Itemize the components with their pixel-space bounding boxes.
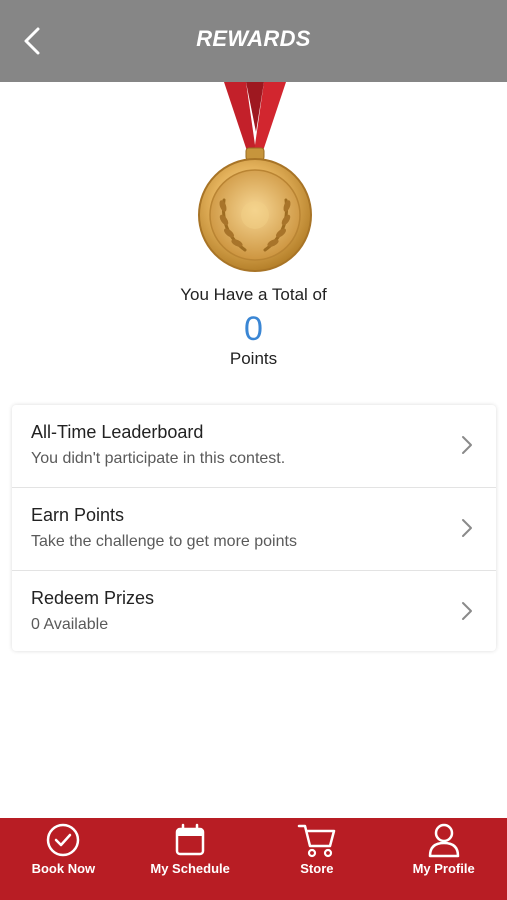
tab-store[interactable]: Store (254, 818, 381, 900)
gold-medal-icon (198, 82, 312, 272)
calendar-icon (175, 823, 205, 856)
app-header: REWARDS (0, 0, 507, 82)
tab-label: My Schedule (150, 861, 230, 876)
check-circle-icon (47, 823, 80, 857)
points-unit-label: Points (229, 349, 278, 368)
chevron-right-icon (462, 602, 472, 620)
page-title: REWARDS (196, 26, 311, 51)
tab-my-schedule[interactable]: My Schedule (127, 818, 254, 900)
row-subtitle: Take the challenge to get more points (31, 533, 297, 550)
rewards-menu-card: All-Time Leaderboard You didn't particip… (12, 405, 496, 651)
tab-book-now[interactable]: Book Now (0, 818, 127, 900)
bottom-tab-bar: Book Now My Schedule Store My Profile (0, 818, 507, 900)
cart-icon (297, 824, 336, 858)
points-value: 0 (244, 310, 263, 348)
tab-label: Book Now (31, 861, 96, 876)
row-title: Earn Points (31, 505, 125, 525)
tab-label: My Profile (412, 861, 475, 876)
earn-points-row[interactable]: Earn Points Take the challenge to get mo… (12, 487, 496, 570)
row-title: Redeem Prizes (31, 588, 155, 608)
leaderboard-row[interactable]: All-Time Leaderboard You didn't particip… (12, 405, 496, 487)
redeem-prizes-row[interactable]: Redeem Prizes 0 Available (12, 570, 496, 653)
row-subtitle: You didn't participate in this contest. (31, 450, 286, 467)
chevron-right-icon (462, 436, 472, 454)
points-total-label: You Have a Total of (180, 285, 327, 304)
tab-label: Store (300, 861, 334, 876)
row-title: All-Time Leaderboard (31, 422, 204, 442)
chevron-right-icon (462, 519, 472, 537)
row-subtitle: 0 Available (31, 616, 109, 633)
user-icon (428, 823, 459, 858)
tab-my-profile[interactable]: My Profile (380, 818, 507, 900)
